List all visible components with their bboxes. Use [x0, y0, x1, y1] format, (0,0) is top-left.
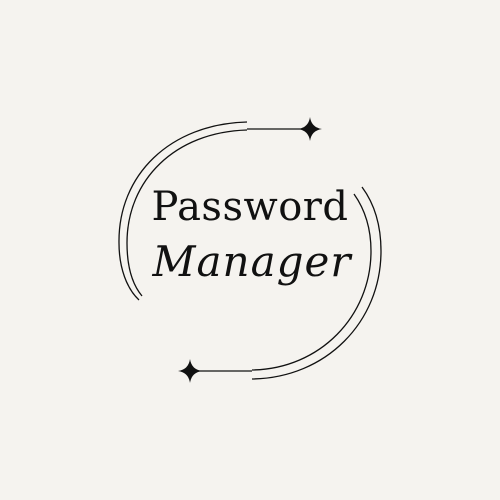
logo-canvas: Password Manager	[0, 0, 500, 500]
logo-title-line-2: Manager	[152, 237, 352, 286]
logo-title-line-1: Password	[151, 184, 349, 230]
sparkle-star-icon	[178, 359, 202, 383]
sparkle-star-icon	[298, 117, 322, 141]
